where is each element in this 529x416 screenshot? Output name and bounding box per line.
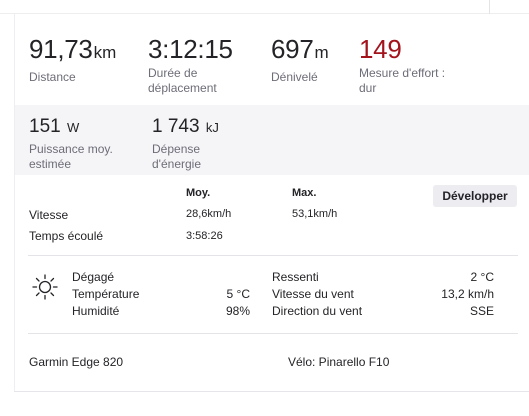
stat-distance: 91,73km Distance	[29, 33, 116, 85]
weather-temperature-value: 5 °C	[226, 287, 250, 301]
expand-button[interactable]: Développer	[433, 185, 517, 207]
stat-energy: 1 743 kJ Dépense d'énergie	[152, 116, 219, 172]
stat-avg-power-label: Puissance moy. estimée	[29, 142, 113, 171]
weather-temperature-label: Température	[72, 287, 140, 301]
sun-icon	[32, 274, 58, 300]
stat-effort-value: 149	[359, 34, 402, 64]
stat-energy-label: Dépense d'énergie	[152, 142, 201, 171]
stat-distance-label: Distance	[29, 70, 76, 84]
stat-moving-time-label: Durée de déplacement	[148, 66, 217, 95]
stat-avg-power: 151 W Puissance moy. estimée	[29, 116, 113, 172]
stat-elevation-value: 697m	[271, 34, 329, 64]
weather-feels-like-label: Ressenti	[272, 270, 319, 284]
stat-effort-label: Mesure d'effort : dur	[359, 66, 446, 95]
stat-avg-power-value: 151 W	[29, 116, 80, 137]
weather-condition: Dégagé	[72, 270, 115, 284]
elapsed-time-value: 3:58:26	[186, 230, 223, 242]
weather-wind-direction-value: SSE	[469, 304, 494, 318]
bottom-border	[14, 391, 529, 392]
weather-feels-like-value: 2 °C	[470, 270, 494, 284]
stat-elevation-label: Dénivelé	[271, 70, 318, 84]
stat-effort: 149 Mesure d'effort : dur	[359, 33, 445, 96]
top-divider	[489, 0, 490, 14]
stat-energy-unit: kJ	[205, 120, 219, 135]
weather-section: Dégagé Température 5 °C Humidité 98% Res…	[15, 256, 529, 333]
row-label-speed: Vitesse	[29, 208, 69, 222]
speed-avg-value: 28,6km/h	[186, 208, 232, 220]
details-table: Moy. Max. Développer Vitesse 28,6km/h 53…	[15, 175, 529, 255]
top-border	[0, 0, 529, 14]
column-header-avg: Moy.	[186, 187, 211, 199]
column-header-max: Max.	[292, 187, 317, 199]
stat-energy-value: 1 743 kJ	[152, 116, 219, 137]
speed-max-value: 53,1km/h	[292, 208, 338, 220]
primary-stats: 91,73km Distance 3:12:15 Durée de déplace…	[15, 15, 529, 105]
stat-distance-unit: km	[93, 43, 117, 62]
weather-wind-speed-label: Vitesse du vent	[272, 287, 354, 301]
bike-name: Vélo: Pinarello F10	[288, 355, 390, 369]
stat-avg-power-unit: W	[66, 120, 80, 135]
device-section: Garmin Edge 820 Vélo: Pinarello F10	[15, 334, 529, 391]
stat-moving-time-value: 3:12:15	[148, 34, 233, 64]
stat-elevation: 697m Dénivelé	[271, 33, 329, 85]
device-name: Garmin Edge 820	[29, 355, 124, 369]
row-label-elapsed-time: Temps écoulé	[29, 229, 104, 243]
stat-elevation-unit: m	[314, 43, 329, 62]
weather-wind-direction-label: Direction du vent	[272, 304, 363, 318]
weather-humidity-value: 98%	[225, 304, 250, 318]
stat-distance-value: 91,73km	[29, 34, 117, 64]
weather-wind-speed-value: 13,2 km/h	[441, 287, 494, 301]
weather-humidity-label: Humidité	[72, 304, 120, 318]
secondary-stats: 151 W Puissance moy. estimée 1 743 kJ Dép…	[15, 105, 529, 175]
stat-moving-time: 3:12:15 Durée de déplacement	[148, 33, 233, 96]
